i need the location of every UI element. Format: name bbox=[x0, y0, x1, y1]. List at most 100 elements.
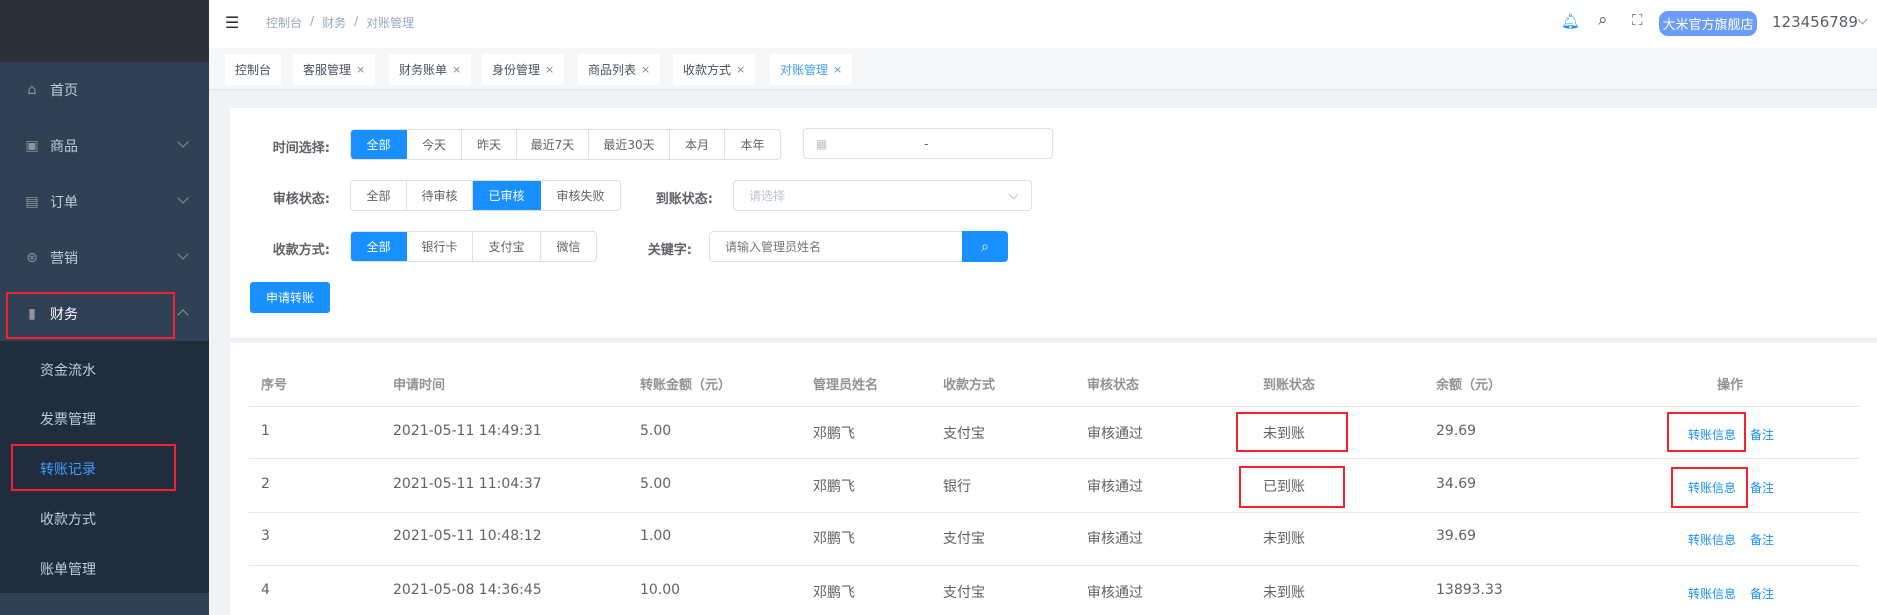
apply-transfer-button[interactable]: 申请转账 bbox=[250, 282, 330, 313]
breadcrumb-item[interactable]: 财务 bbox=[322, 14, 346, 31]
cell-balance: 13893.33 bbox=[1436, 582, 1503, 598]
menu-item-goods[interactable]: ▣ 商品 bbox=[0, 118, 209, 174]
transfer-info-link[interactable]: 转账信息 bbox=[1688, 585, 1736, 602]
close-icon[interactable]: × bbox=[833, 63, 842, 76]
payment-option-alipay[interactable]: 支付宝 bbox=[473, 232, 541, 261]
shopping-bag-icon: ▣ bbox=[25, 138, 39, 154]
transfer-info-link[interactable]: 转账信息 bbox=[1688, 531, 1736, 548]
tag-payment-methods[interactable]: 收款方式 × bbox=[673, 54, 756, 85]
close-icon[interactable]: × bbox=[736, 63, 745, 76]
cell-no: 4 bbox=[261, 582, 270, 598]
submenu-item-payment-methods[interactable]: 收款方式 bbox=[40, 509, 96, 529]
menu-item-home[interactable]: ⌂ 首页 bbox=[0, 62, 209, 118]
top-header: ☰ 控制台 / 财务 / 对账管理 🔔︎ ⌕ ⛶ 大米官方旗舰店 123456789 bbox=[209, 0, 1877, 48]
divider bbox=[249, 406, 1859, 407]
cell-admin: 邓鹏飞 bbox=[813, 531, 855, 547]
payment-option-wechat[interactable]: 微信 bbox=[541, 232, 596, 261]
bar-chart-icon: ▮ bbox=[28, 306, 36, 322]
tag-finance-bills[interactable]: 财务账单 × bbox=[389, 54, 472, 85]
keyword-input[interactable] bbox=[709, 231, 965, 262]
cell-audit: 审核通过 bbox=[1087, 426, 1143, 442]
close-icon[interactable]: × bbox=[356, 63, 365, 76]
divider bbox=[249, 458, 1859, 459]
cell-no: 3 bbox=[261, 528, 270, 544]
time-option-year[interactable]: 本年 bbox=[725, 130, 780, 159]
menu-item-finance[interactable]: ▮ 财务 bbox=[0, 286, 209, 342]
close-icon[interactable]: × bbox=[545, 63, 554, 76]
chevron-down-icon[interactable] bbox=[1857, 14, 1868, 25]
cell-admin: 邓鹏飞 bbox=[813, 479, 855, 495]
cell-time: 2021-05-11 11:04:37 bbox=[393, 476, 542, 492]
close-icon[interactable]: × bbox=[641, 63, 650, 76]
submenu-item-transfer-records[interactable]: 转账记录 bbox=[40, 459, 96, 479]
username[interactable]: 123456789 bbox=[1772, 13, 1858, 31]
transfer-info-link[interactable]: 转账信息 bbox=[1688, 426, 1736, 443]
menu-item-marketing[interactable]: ⊛ 营销 bbox=[0, 230, 209, 286]
cell-time: 2021-05-11 10:48:12 bbox=[393, 528, 542, 544]
bell-icon[interactable]: 🔔︎ bbox=[1561, 12, 1580, 30]
time-option-yesterday[interactable]: 昨天 bbox=[462, 130, 517, 159]
store-badge[interactable]: 大米官方旗舰店 bbox=[1659, 11, 1757, 36]
submenu-item-invoice[interactable]: 发票管理 bbox=[40, 409, 96, 429]
time-option-today[interactable]: 今天 bbox=[407, 130, 462, 159]
time-option-all[interactable]: 全部 bbox=[351, 130, 407, 159]
tag-product-list[interactable]: 商品列表 × bbox=[578, 54, 661, 85]
search-icon[interactable]: ⌕ bbox=[1598, 10, 1608, 30]
note-link[interactable]: 备注 bbox=[1750, 426, 1774, 443]
menu-item-orders[interactable]: ▤ 订单 bbox=[0, 174, 209, 230]
payment-label: 收款方式: bbox=[272, 243, 330, 258]
cell-amount: 5.00 bbox=[640, 423, 672, 439]
cell-method: 支付宝 bbox=[943, 426, 985, 442]
chevron-up-icon bbox=[177, 309, 189, 321]
arrival-status-select[interactable]: 请选择 bbox=[733, 180, 1032, 211]
breadcrumb-item[interactable]: 控制台 bbox=[266, 14, 302, 31]
time-option-7days[interactable]: 最近7天 bbox=[517, 130, 589, 159]
breadcrumb: 控制台 / 财务 / 对账管理 bbox=[266, 14, 415, 31]
audit-option-approved[interactable]: 已审核 bbox=[473, 181, 541, 210]
payment-option-bank[interactable]: 银行卡 bbox=[407, 232, 473, 261]
hamburger-icon[interactable]: ☰ bbox=[225, 13, 239, 32]
cell-amount: 5.00 bbox=[640, 476, 672, 492]
clipboard-icon: ▤ bbox=[25, 194, 39, 210]
home-icon: ⌂ bbox=[27, 82, 37, 98]
submenu-item-cash-flow[interactable]: 资金流水 bbox=[40, 360, 96, 380]
fullscreen-icon[interactable]: ⛶ bbox=[1632, 11, 1643, 29]
cell-balance: 29.69 bbox=[1436, 423, 1477, 439]
cell-arrival: 已到账 bbox=[1263, 479, 1305, 495]
note-link[interactable]: 备注 bbox=[1750, 479, 1774, 496]
cell-audit: 审核通过 bbox=[1087, 585, 1143, 601]
audit-label: 审核状态: bbox=[272, 192, 330, 207]
note-link[interactable]: 备注 bbox=[1750, 531, 1774, 548]
cell-method: 支付宝 bbox=[943, 585, 985, 601]
time-option-month[interactable]: 本月 bbox=[670, 130, 725, 159]
search-button[interactable]: ⌕ bbox=[962, 231, 1008, 262]
cell-balance: 34.69 bbox=[1436, 476, 1477, 492]
cell-method: 银行 bbox=[943, 479, 971, 495]
divider bbox=[249, 512, 1859, 513]
payment-option-all[interactable]: 全部 bbox=[351, 232, 407, 261]
cell-time: 2021-05-11 14:49:31 bbox=[393, 423, 542, 439]
cell-no: 1 bbox=[261, 423, 270, 439]
tag-reconciliation[interactable]: 对账管理 × bbox=[770, 54, 853, 85]
tag-customer-service[interactable]: 客服管理 × bbox=[293, 54, 376, 85]
chevron-down-icon bbox=[1008, 189, 1019, 200]
cell-amount: 1.00 bbox=[640, 528, 672, 544]
chevron-down-icon bbox=[177, 192, 189, 204]
audit-option-all[interactable]: 全部 bbox=[351, 181, 407, 210]
tag-identity[interactable]: 身份管理 × bbox=[482, 54, 565, 85]
close-icon[interactable]: × bbox=[452, 63, 461, 76]
date-range-picker[interactable]: ▦ - bbox=[803, 128, 1053, 159]
time-option-30days[interactable]: 最近30天 bbox=[589, 130, 670, 159]
divider bbox=[249, 565, 1859, 566]
audit-option-pending[interactable]: 待审核 bbox=[407, 181, 473, 210]
cell-audit: 审核通过 bbox=[1087, 479, 1143, 495]
tag-dashboard[interactable]: 控制台 bbox=[225, 54, 282, 85]
transfer-info-link[interactable]: 转账信息 bbox=[1688, 479, 1736, 496]
audit-option-failed[interactable]: 审核失败 bbox=[541, 181, 620, 210]
breadcrumb-item: 对账管理 bbox=[366, 16, 415, 30]
submenu-item-bills[interactable]: 账单管理 bbox=[40, 559, 96, 579]
tags-view: 控制台 客服管理 × 财务账单 × 身份管理 × 商品列表 × 收款方式 × 对账管理 × bbox=[209, 48, 1877, 90]
note-link[interactable]: 备注 bbox=[1750, 585, 1774, 602]
calendar-icon: ▦ bbox=[816, 136, 828, 151]
cell-audit: 审核通过 bbox=[1087, 531, 1143, 547]
